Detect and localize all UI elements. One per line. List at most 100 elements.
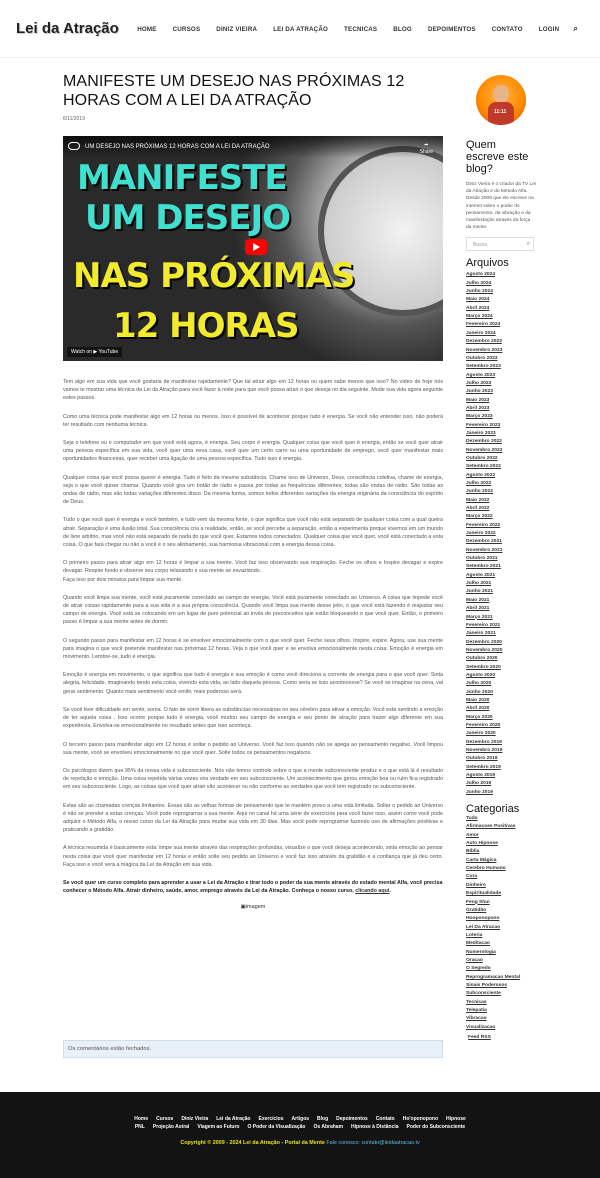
archive-link[interactable]: Dezembro 2023	[466, 338, 536, 346]
video-title[interactable]: UM DESEJO NAS PRÓXIMAS 12 HORAS COM A LE…	[85, 144, 270, 150]
archive-link[interactable]: Agosto 2021	[466, 572, 536, 580]
search-icon[interactable]: ⌕	[527, 241, 530, 248]
archive-link[interactable]: Maio 2024	[466, 296, 536, 304]
archive-link[interactable]: Junho 2023	[466, 388, 536, 396]
footer-nav-link[interactable]: Exercícios	[259, 1116, 284, 1122]
archive-link[interactable]: Julho 2019	[466, 780, 536, 788]
channel-logo-icon[interactable]	[68, 142, 80, 150]
archive-link[interactable]: Agosto 2022	[466, 472, 536, 480]
archive-link[interactable]: Fevereiro 2022	[466, 522, 536, 530]
archive-link[interactable]: Agosto 2024	[466, 271, 536, 279]
category-link[interactable]: O Segredo	[466, 965, 536, 973]
category-link[interactable]: Vibracao	[466, 1015, 536, 1023]
footer-nav-link[interactable]: Contato	[376, 1116, 395, 1122]
footer-nav-link[interactable]: O Poder da Visualização	[247, 1124, 305, 1130]
archive-link[interactable]: Janeiro 2023	[466, 430, 536, 438]
archive-link[interactable]: Março 2021	[466, 614, 536, 622]
category-link[interactable]: Cura	[466, 873, 536, 881]
archive-link[interactable]: Setembro 2022	[466, 463, 536, 471]
category-link[interactable]: Gratidão	[466, 907, 536, 915]
category-link[interactable]: Numerologia	[466, 949, 536, 957]
category-link[interactable]: Cerebro Humano	[466, 865, 536, 873]
archive-link[interactable]: Maio 2022	[466, 497, 536, 505]
footer-nav-link[interactable]: Diniz Vieira	[181, 1116, 208, 1122]
category-link[interactable]: Telepatia	[466, 1007, 536, 1015]
footer-nav-link[interactable]: Home	[134, 1116, 148, 1122]
archive-link[interactable]: Agosto 2023	[466, 372, 536, 380]
archive-link[interactable]: Julho 2021	[466, 580, 536, 588]
archive-link[interactable]: Dezembro 2020	[466, 639, 536, 647]
archive-link[interactable]: Setembro 2019	[466, 764, 536, 772]
watch-on-youtube-button[interactable]: Watch on ▶ YouTube	[67, 347, 123, 357]
archive-link[interactable]: Abril 2021	[466, 605, 536, 613]
archive-link[interactable]: Julho 2020	[466, 680, 536, 688]
archive-link[interactable]: Outubro 2023	[466, 355, 536, 363]
footer-nav-link[interactable]: Artigos	[292, 1116, 310, 1122]
category-link[interactable]: Bíblia	[466, 848, 536, 856]
archive-link[interactable]: Fevereiro 2021	[466, 622, 536, 630]
archive-link[interactable]: Junho 2024	[466, 288, 536, 296]
archive-link[interactable]: Fevereiro 2023	[466, 422, 536, 430]
youtube-video-embed[interactable]: MANIFESTE UM DESEJO NAS PRÓXIMAS 12 HORA…	[63, 136, 443, 361]
feed-rss-link[interactable]: Feed RSS	[466, 1035, 536, 1040]
archive-link[interactable]: Setembro 2021	[466, 563, 536, 571]
nav-cursos[interactable]: Cursos	[173, 26, 201, 33]
footer-nav-link[interactable]: Projeção Astral	[153, 1124, 190, 1130]
footer-nav-link[interactable]: Depoimentos	[336, 1116, 368, 1122]
archive-link[interactable]: Agosto 2020	[466, 672, 536, 680]
archive-link[interactable]: Janeiro 2022	[466, 530, 536, 538]
archive-link[interactable]: Novembro 2020	[466, 647, 536, 655]
archive-link[interactable]: Julho 2022	[466, 480, 536, 488]
category-link[interactable]: Subconsciente	[466, 990, 536, 998]
category-link[interactable]: Sinais Poderosos	[466, 982, 536, 990]
contact-email[interactable]: Fale conosco: contato@leidaatracao.tv	[326, 1140, 419, 1146]
archive-link[interactable]: Outubro 2021	[466, 555, 536, 563]
archive-link[interactable]: Janeiro 2021	[466, 630, 536, 638]
archive-link[interactable]: Junho 2021	[466, 588, 536, 596]
archive-link[interactable]: Março 2022	[466, 513, 536, 521]
archive-link[interactable]: Setembro 2020	[466, 664, 536, 672]
archive-link[interactable]: Novembro 2019	[466, 747, 536, 755]
nav-diniz-vieira[interactable]: Diniz Vieira	[216, 26, 257, 33]
archive-link[interactable]: Julho 2023	[466, 380, 536, 388]
archive-link[interactable]: Dezembro 2022	[466, 438, 536, 446]
archive-link[interactable]: Janeiro 2024	[466, 330, 536, 338]
archive-link[interactable]: Maio 2021	[466, 597, 536, 605]
archive-link[interactable]: Abril 2022	[466, 505, 536, 513]
archive-link[interactable]: Julho 2024	[466, 280, 536, 288]
archive-link[interactable]: Junho 2020	[466, 689, 536, 697]
footer-nav-link[interactable]: Viagem ao Futuro	[197, 1124, 239, 1130]
category-link[interactable]: Tudo	[466, 815, 536, 823]
archive-link[interactable]: Junho 2019	[466, 789, 536, 797]
category-link[interactable]: Visualizacao	[466, 1024, 536, 1032]
archive-link[interactable]: Dezembro 2021	[466, 538, 536, 546]
sidebar-search-input[interactable]: Busca ⌕	[466, 237, 534, 252]
archive-link[interactable]: Outubro 2020	[466, 655, 536, 663]
archive-link[interactable]: Fevereiro 2024	[466, 321, 536, 329]
archive-link[interactable]: Março 2023	[466, 413, 536, 421]
footer-nav-link[interactable]: Hipnose à Distância	[351, 1124, 399, 1130]
category-link[interactable]: Lei Da Atracao	[466, 924, 536, 932]
footer-nav-link[interactable]: Lei da Atração	[216, 1116, 250, 1122]
archive-link[interactable]: Abril 2024	[466, 305, 536, 313]
cta-link[interactable]: clicando aqui	[355, 888, 389, 894]
archive-link[interactable]: Dezembro 2019	[466, 739, 536, 747]
archive-link[interactable]: Outubro 2022	[466, 455, 536, 463]
footer-nav-link[interactable]: Poder do Subconsciente	[407, 1124, 466, 1130]
archive-link[interactable]: Fevereiro 2020	[466, 722, 536, 730]
category-link[interactable]: Hooponopono	[466, 915, 536, 923]
nav-login[interactable]: Login	[539, 26, 560, 33]
category-link[interactable]: Dinheiro	[466, 882, 536, 890]
archive-link[interactable]: Setembro 2023	[466, 363, 536, 371]
footer-nav-link[interactable]: Hipnose	[446, 1116, 466, 1122]
archive-link[interactable]: Abril 2023	[466, 405, 536, 413]
nav-lei-da-atracao[interactable]: Lei da Atração	[273, 26, 328, 33]
category-link[interactable]: Oracao	[466, 957, 536, 965]
category-link[interactable]: Espiritualidade	[466, 890, 536, 898]
archive-link[interactable]: Maio 2023	[466, 397, 536, 405]
site-logo[interactable]: Lei da Atração	[16, 20, 119, 37]
category-link[interactable]: Carta Mágica	[466, 857, 536, 865]
archive-link[interactable]: Março 2020	[466, 714, 536, 722]
category-link[interactable]: Auto Hipnose	[466, 840, 536, 848]
category-link[interactable]: Amor	[466, 832, 536, 840]
